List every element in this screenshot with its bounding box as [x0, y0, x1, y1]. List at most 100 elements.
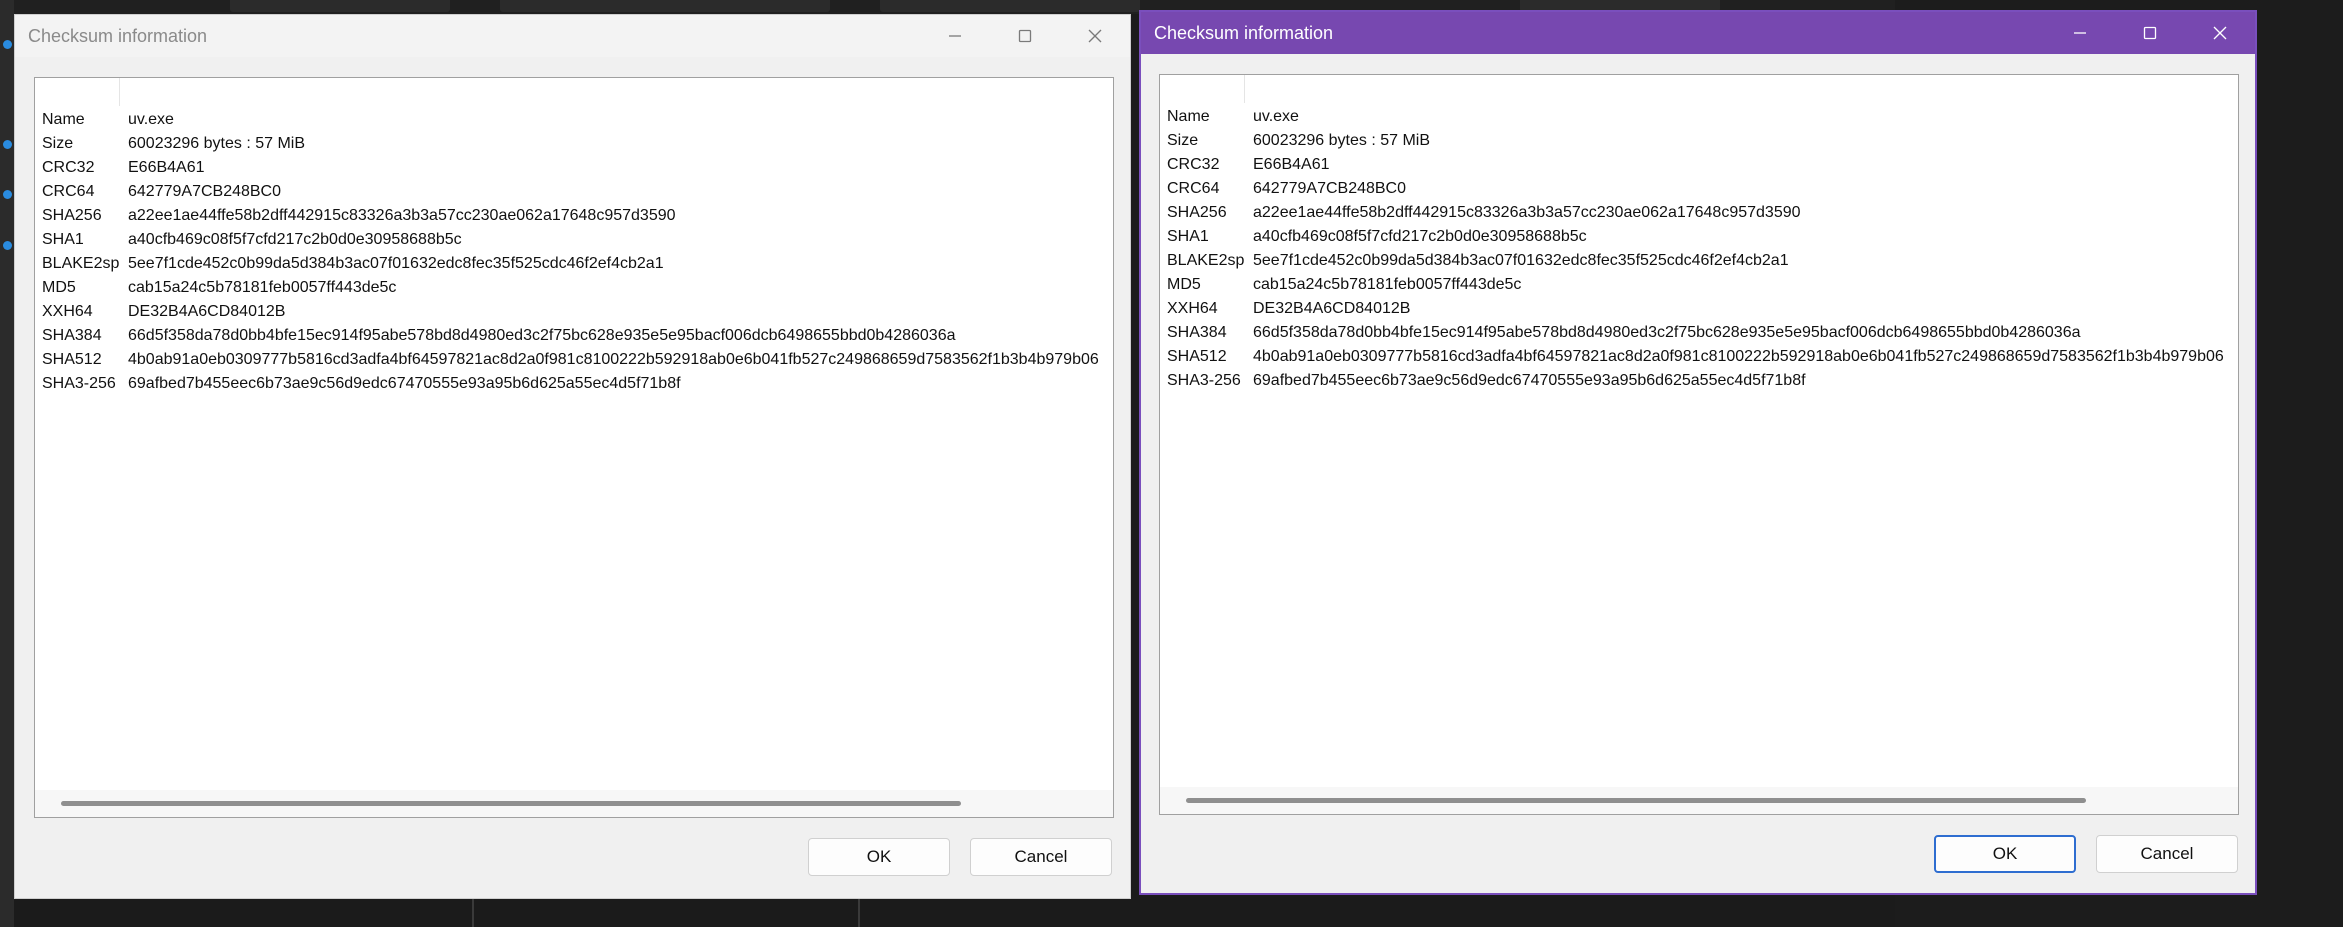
checksum-list[interactable]: Name uv.exe Size 60023296 bytes : 57 MiB CRC… [34, 77, 1114, 818]
checksum-value: uv.exe [128, 111, 174, 128]
checksum-row[interactable]: Name uv.exe [1167, 105, 2238, 129]
window-title: Checksum information [1154, 23, 1334, 43]
maximize-icon [2143, 26, 2157, 40]
checksum-row[interactable]: Size 60023296 bytes : 57 MiB [42, 132, 1113, 156]
checksum-value: 5ee7f1cde452c0b99da5d384b3ac07f01632edc8… [1253, 252, 1789, 269]
checksum-rows: Name uv.exe Size 60023296 bytes : 57 MiB CRC… [1167, 105, 2238, 393]
checksum-value: a40cfb469c08f5f7cfd217c2b0d0e30958688b5c [128, 231, 462, 248]
checksum-value: E66B4A61 [1253, 156, 1330, 173]
background-dot [3, 190, 12, 199]
minimize-button[interactable] [920, 15, 990, 57]
checksum-row[interactable]: MD5 cab15a24c5b78181feb0057ff443de5c [1167, 273, 2238, 297]
checksum-dialog-inactive[interactable]: Checksum information Name uv.exe Size 60023… [14, 14, 1131, 899]
checksum-value: cab15a24c5b78181feb0057ff443de5c [1253, 276, 1522, 293]
minimize-button[interactable] [2045, 12, 2115, 54]
cancel-button[interactable]: Cancel [970, 838, 1112, 876]
checksum-key: SHA3-256 [1167, 372, 1241, 389]
checksum-key: XXH64 [42, 303, 93, 320]
checksum-value: a40cfb469c08f5f7cfd217c2b0d0e30958688b5c [1253, 228, 1587, 245]
checksum-key: Size [1167, 132, 1199, 149]
checksum-key: CRC32 [1167, 156, 1220, 173]
checksum-key: SHA512 [42, 351, 102, 368]
checksum-row[interactable]: CRC64 642779A7CB248BC0 [1167, 177, 2238, 201]
close-icon [2213, 26, 2227, 40]
background-dot [3, 140, 12, 149]
checksum-key: SHA1 [1167, 228, 1209, 245]
checksum-row[interactable]: BLAKE2sp 5ee7f1cde452c0b99da5d384b3ac07f0… [42, 252, 1113, 276]
checksum-row[interactable]: SHA256 a22ee1ae44ffe58b2dff442915c83326a3… [1167, 201, 2238, 225]
checksum-key: SHA512 [1167, 348, 1227, 365]
checksum-value: uv.exe [1253, 108, 1299, 125]
checksum-value: a22ee1ae44ffe58b2dff442915c83326a3b3a57c… [1253, 204, 1801, 221]
background-tab [880, 0, 1140, 12]
checksum-row[interactable]: SHA384 66d5f358da78d0bb4bfe15ec914f95abe5… [1167, 321, 2238, 345]
checksum-key: Name [42, 111, 85, 128]
checksum-row[interactable]: CRC64 642779A7CB248BC0 [42, 180, 1113, 204]
checksum-row[interactable]: SHA512 4b0ab91a0eb0309777b5816cd3adfa4bf6… [42, 348, 1113, 372]
checksum-row[interactable]: MD5 cab15a24c5b78181feb0057ff443de5c [42, 276, 1113, 300]
title-bar[interactable]: Checksum information [15, 15, 1130, 57]
checksum-key: Size [42, 135, 74, 152]
checksum-row[interactable]: XXH64 DE32B4A6CD84012B [42, 300, 1113, 324]
checksum-value: 4b0ab91a0eb0309777b5816cd3adfa4bf6459782… [128, 351, 1099, 368]
maximize-button[interactable] [990, 15, 1060, 57]
checksum-key: MD5 [42, 279, 76, 296]
checksum-list[interactable]: Name uv.exe Size 60023296 bytes : 57 MiB CRC… [1159, 74, 2239, 815]
checksum-row[interactable]: SHA1 a40cfb469c08f5f7cfd217c2b0d0e3095868… [1167, 225, 2238, 249]
checksum-row[interactable]: SHA3-256 69afbed7b455eec6b73ae9c56d9edc67… [42, 372, 1113, 396]
checksum-value: 69afbed7b455eec6b73ae9c56d9edc67470555e9… [1253, 372, 1806, 389]
checksum-value: 66d5f358da78d0bb4bfe15ec914f95abe578bd8d… [128, 327, 956, 344]
scrollbar-thumb[interactable] [1186, 798, 2086, 803]
checksum-row[interactable]: XXH64 DE32B4A6CD84012B [1167, 297, 2238, 321]
checksum-value: a22ee1ae44ffe58b2dff442915c83326a3b3a57c… [128, 207, 676, 224]
list-header [35, 78, 1113, 106]
checksum-key: SHA1 [42, 231, 84, 248]
title-bar[interactable]: Checksum information [1141, 12, 2255, 54]
checksum-dialog-active[interactable]: Checksum information Name uv.exe Size 60023… [1139, 10, 2257, 895]
window-title: Checksum information [28, 26, 208, 46]
checksum-value: DE32B4A6CD84012B [1253, 300, 1411, 317]
checksum-key: CRC64 [1167, 180, 1220, 197]
checksum-value: 69afbed7b455eec6b73ae9c56d9edc67470555e9… [128, 375, 681, 392]
checksum-key: CRC64 [42, 183, 95, 200]
checksum-value: 642779A7CB248BC0 [128, 183, 282, 200]
checksum-key: BLAKE2sp [1167, 252, 1245, 269]
checksum-row[interactable]: CRC32 E66B4A61 [1167, 153, 2238, 177]
checksum-key: CRC32 [42, 159, 95, 176]
ok-button[interactable]: OK [808, 838, 950, 876]
checksum-key: XXH64 [1167, 300, 1218, 317]
background-tab [230, 0, 450, 12]
cancel-button[interactable]: Cancel [2096, 835, 2238, 873]
checksum-row[interactable]: SHA256 a22ee1ae44ffe58b2dff442915c83326a3… [42, 204, 1113, 228]
close-icon [1088, 29, 1102, 43]
background-dot [3, 40, 12, 49]
checksum-key: SHA384 [42, 327, 102, 344]
background-tab [500, 0, 830, 12]
checksum-row[interactable]: SHA384 66d5f358da78d0bb4bfe15ec914f95abe5… [42, 324, 1113, 348]
checksum-rows: Name uv.exe Size 60023296 bytes : 57 MiB CRC… [42, 108, 1113, 396]
horizontal-scrollbar[interactable] [35, 790, 1113, 817]
maximize-button[interactable] [2115, 12, 2185, 54]
checksum-row[interactable]: SHA512 4b0ab91a0eb0309777b5816cd3adfa4bf6… [1167, 345, 2238, 369]
checksum-row[interactable]: CRC32 E66B4A61 [42, 156, 1113, 180]
checksum-row[interactable]: BLAKE2sp 5ee7f1cde452c0b99da5d384b3ac07f0… [1167, 249, 2238, 273]
scrollbar-thumb[interactable] [61, 801, 961, 806]
checksum-row[interactable]: SHA3-256 69afbed7b455eec6b73ae9c56d9edc67… [1167, 369, 2238, 393]
checksum-key: SHA384 [1167, 324, 1227, 341]
checksum-key: Name [1167, 108, 1210, 125]
checksum-row[interactable]: Size 60023296 bytes : 57 MiB [1167, 129, 2238, 153]
checksum-value: 4b0ab91a0eb0309777b5816cd3adfa4bf6459782… [1253, 348, 2224, 365]
horizontal-scrollbar[interactable] [1160, 787, 2238, 814]
close-button[interactable] [1060, 15, 1130, 57]
close-button[interactable] [2185, 12, 2255, 54]
checksum-key: SHA256 [42, 207, 102, 224]
background-dot [3, 241, 12, 250]
checksum-row[interactable]: SHA1 a40cfb469c08f5f7cfd217c2b0d0e3095868… [42, 228, 1113, 252]
list-header [1160, 75, 2238, 103]
checksum-key: BLAKE2sp [42, 255, 120, 272]
checksum-row[interactable]: Name uv.exe [42, 108, 1113, 132]
minimize-icon [949, 35, 961, 37]
checksum-key: SHA3-256 [42, 375, 116, 392]
ok-button[interactable]: OK [1934, 835, 2076, 873]
minimize-icon [2074, 32, 2086, 34]
